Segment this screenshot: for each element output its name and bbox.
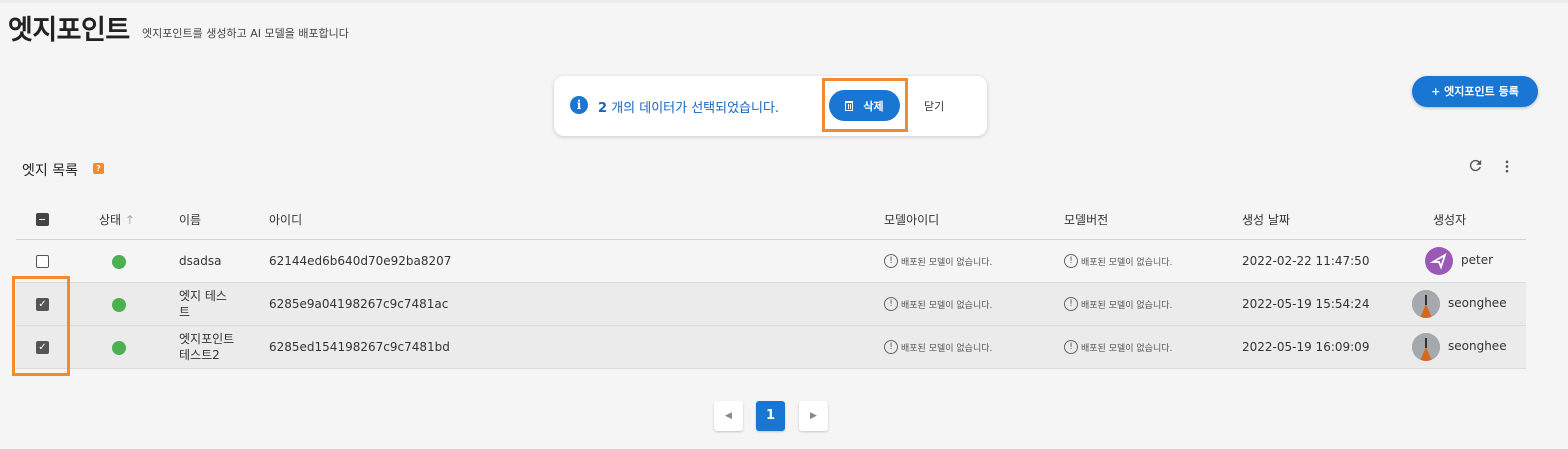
row-name-line2: 트 <box>179 305 191 319</box>
row-name[interactable]: dsadsa <box>179 254 221 268</box>
row-created-date: 2022-05-19 16:09:09 <box>1242 340 1370 354</box>
column-model-id[interactable]: 모델아이디 <box>884 211 939 228</box>
table-row[interactable]: dsadsa 62144ed6b640d70e92ba8207 ! 배포된 모델… <box>16 240 1526 283</box>
edge-table: 상태 ↑ 이름 아이디 모델아이디 모델버전 생성 날짜 생성자 dsadsa … <box>16 197 1526 369</box>
selection-count: 2 <box>598 101 608 116</box>
row-checkbox[interactable] <box>36 255 49 268</box>
next-page-button[interactable]: ▶ <box>799 401 828 431</box>
column-status-label: 상태 <box>99 213 122 227</box>
model-id-text: 배포된 모델이 없습니다. <box>901 300 993 311</box>
row-id: 62144ed6b640d70e92ba8207 <box>269 254 452 268</box>
info-icon: i <box>570 96 588 114</box>
status-indicator <box>112 341 126 355</box>
row-model-id: ! 배포된 모델이 없습니다. <box>884 297 992 311</box>
row-name-line1: dsadsa <box>179 254 222 268</box>
row-creator: peter <box>1461 253 1494 267</box>
warning-icon: ! <box>884 340 898 354</box>
row-id: 6285e9a04198267c9c7481ac <box>269 297 449 311</box>
row-model-version: ! 배포된 모델이 없습니다. <box>1064 297 1172 311</box>
warning-icon: ! <box>1064 340 1078 354</box>
column-name[interactable]: 이름 <box>179 211 201 228</box>
close-button[interactable]: 닫기 <box>924 98 944 114</box>
checkbox-highlight-box <box>12 276 70 376</box>
row-model-id: ! 배포된 모델이 없습니다. <box>884 254 992 268</box>
status-indicator <box>112 255 126 269</box>
selection-message: 2 개의 데이터가 선택되었습니다. <box>598 97 779 116</box>
table-header: 상태 ↑ 이름 아이디 모델아이디 모델버전 생성 날짜 생성자 <box>16 197 1526 240</box>
row-creator: seonghee <box>1448 339 1507 353</box>
column-id[interactable]: 아이디 <box>269 211 302 228</box>
row-model-version: ! 배포된 모델이 없습니다. <box>1064 254 1172 268</box>
more-vert-icon[interactable] <box>1499 158 1515 179</box>
selection-bar: i 2 개의 데이터가 선택되었습니다. 삭제 닫기 <box>554 76 987 136</box>
row-name-line2: 테스트2 <box>179 348 220 362</box>
column-created-date[interactable]: 생성 날짜 <box>1242 211 1290 228</box>
column-model-version[interactable]: 모델버전 <box>1064 211 1108 228</box>
table-row[interactable]: ✓ 엣지포인트 테스트2 6285ed154198267c9c7481bd ! … <box>16 326 1526 369</box>
delete-button[interactable]: 삭제 <box>829 90 900 121</box>
avatar <box>1425 247 1453 275</box>
sort-arrow-icon: ↑ <box>124 213 135 227</box>
row-name-line1: 엣지 테스 <box>179 289 227 303</box>
status-indicator <box>112 298 126 312</box>
row-model-version: ! 배포된 모델이 없습니다. <box>1064 340 1172 354</box>
warning-icon: ! <box>1064 297 1078 311</box>
model-id-text: 배포된 모델이 없습니다. <box>901 257 993 268</box>
row-name-line1: 엣지포인트 <box>179 332 235 346</box>
prev-page-button[interactable]: ◀ <box>714 401 743 431</box>
avatar <box>1412 290 1440 318</box>
warning-icon: ! <box>884 254 898 268</box>
add-edgepoint-button[interactable]: + 엣지포인트 등록 <box>1412 76 1538 107</box>
refresh-icon[interactable] <box>1467 157 1484 178</box>
warning-icon: ! <box>1064 254 1078 268</box>
column-status[interactable]: 상태 ↑ <box>99 211 135 228</box>
select-all-checkbox[interactable] <box>36 213 49 226</box>
delete-button-label: 삭제 <box>863 99 884 113</box>
model-version-text: 배포된 모델이 없습니다. <box>1081 343 1173 354</box>
row-creator: seonghee <box>1448 296 1507 310</box>
warning-icon: ! <box>884 297 898 311</box>
list-title: 엣지 목록 <box>22 163 78 179</box>
row-name[interactable]: 엣지포인트 테스트2 <box>179 331 234 363</box>
row-created-date: 2022-05-19 15:54:24 <box>1242 297 1370 311</box>
model-version-text: 배포된 모델이 없습니다. <box>1081 257 1173 268</box>
avatar <box>1412 333 1440 361</box>
row-name[interactable]: 엣지 테스 트 <box>179 288 227 320</box>
trash-icon <box>845 100 854 111</box>
model-version-text: 배포된 모델이 없습니다. <box>1081 300 1173 311</box>
selection-text: 개의 데이터가 선택되었습니다. <box>611 101 780 116</box>
model-id-text: 배포된 모델이 없습니다. <box>901 343 993 354</box>
help-icon[interactable]: ? <box>93 163 104 174</box>
table-row[interactable]: ✓ 엣지 테스 트 6285e9a04198267c9c7481ac ! 배포된… <box>16 283 1526 326</box>
row-model-id: ! 배포된 모델이 없습니다. <box>884 340 992 354</box>
row-created-date: 2022-02-22 11:47:50 <box>1242 254 1370 268</box>
top-divider <box>0 0 1568 3</box>
column-creator[interactable]: 생성자 <box>1433 211 1466 228</box>
row-id: 6285ed154198267c9c7481bd <box>269 340 450 354</box>
page-title: 엣지포인트 <box>8 15 130 46</box>
page-subtitle: 엣지포인트를 생성하고 AI 모델을 배포합니다 <box>142 27 349 40</box>
page-1-button[interactable]: 1 <box>756 401 785 431</box>
